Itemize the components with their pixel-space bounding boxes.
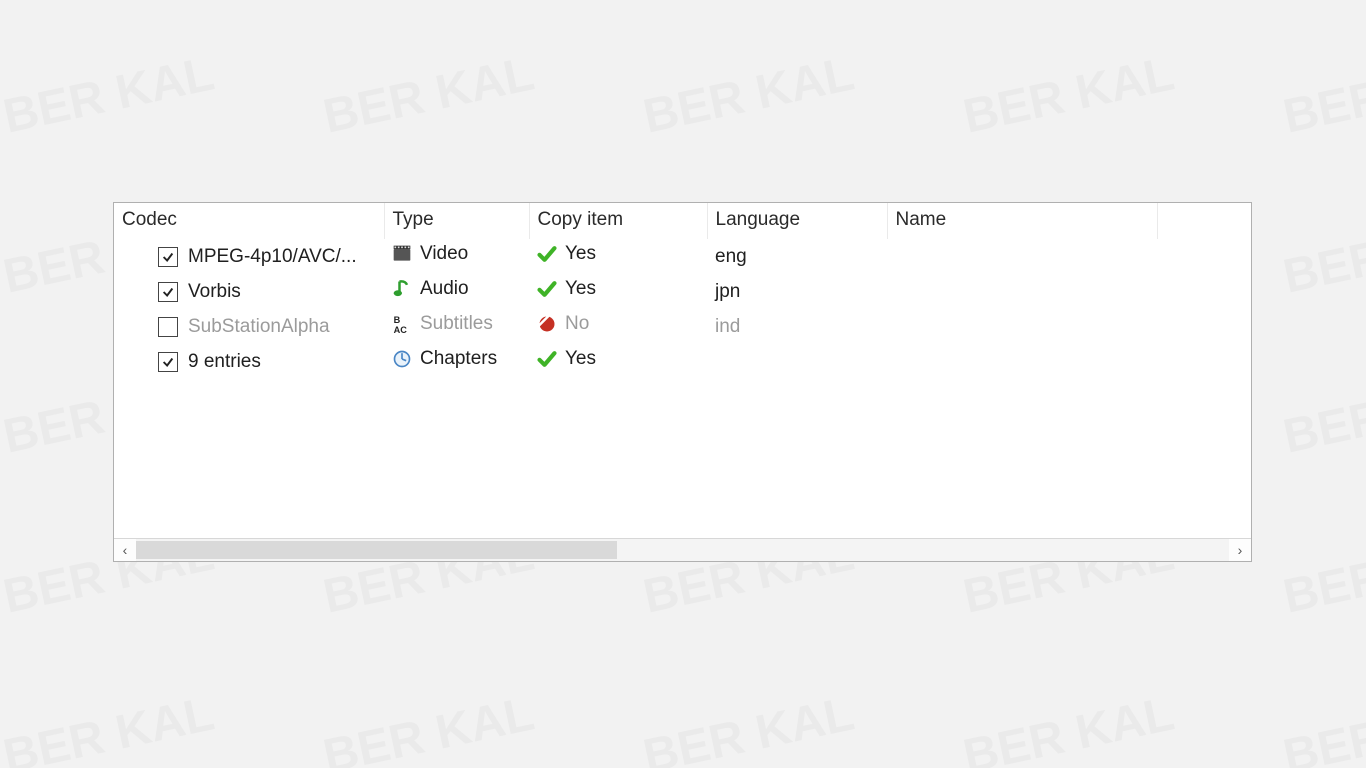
codec-label: 9 entries bbox=[188, 351, 261, 373]
scroll-left-button[interactable]: ‹ bbox=[114, 539, 136, 561]
copy-label: Yes bbox=[565, 278, 596, 300]
header-type[interactable]: Type bbox=[384, 203, 529, 239]
forbidden-icon bbox=[537, 314, 557, 334]
video-icon bbox=[392, 244, 412, 264]
svg-text:AC: AC bbox=[394, 325, 408, 334]
check-yes-icon bbox=[537, 349, 557, 369]
copy-label: Yes bbox=[565, 243, 596, 265]
codec-label: Vorbis bbox=[188, 281, 241, 303]
header-name[interactable]: Name bbox=[887, 203, 1157, 239]
scroll-track[interactable] bbox=[136, 539, 1229, 561]
type-label: Audio bbox=[420, 278, 469, 300]
check-yes-icon bbox=[537, 244, 557, 264]
type-label: Subtitles bbox=[420, 313, 493, 335]
language-label: ind bbox=[715, 316, 740, 337]
table-row[interactable]: SubStationAlpha BAC Subtitles No ind bbox=[114, 309, 1251, 344]
header-row: Codec Type Copy item Language Name bbox=[114, 203, 1251, 239]
table-row[interactable]: MPEG-4p10/AVC/... Video Yes eng bbox=[114, 239, 1251, 274]
codec-label: MPEG-4p10/AVC/... bbox=[188, 246, 357, 268]
codec-label: SubStationAlpha bbox=[188, 316, 330, 338]
type-label: Chapters bbox=[420, 348, 497, 370]
copy-label: Yes bbox=[565, 348, 596, 370]
include-checkbox[interactable] bbox=[158, 247, 178, 267]
language-label: jpn bbox=[715, 281, 740, 302]
horizontal-scrollbar[interactable]: ‹ › bbox=[114, 538, 1251, 561]
table-row[interactable]: 9 entries Chapters Yes bbox=[114, 344, 1251, 379]
subtitles-icon: BAC bbox=[392, 314, 412, 334]
audio-icon bbox=[392, 279, 412, 299]
language-label: eng bbox=[715, 246, 747, 267]
header-tail bbox=[1157, 203, 1251, 239]
svg-text:B: B bbox=[394, 315, 401, 325]
type-label: Video bbox=[420, 243, 468, 265]
table-row[interactable]: Vorbis Audio Yes jpn bbox=[114, 274, 1251, 309]
track-table: Codec Type Copy item Language Name MPEG-… bbox=[114, 203, 1251, 379]
header-language[interactable]: Language bbox=[707, 203, 887, 239]
header-copy[interactable]: Copy item bbox=[529, 203, 707, 239]
include-checkbox[interactable] bbox=[158, 282, 178, 302]
check-yes-icon bbox=[537, 279, 557, 299]
header-codec[interactable]: Codec bbox=[114, 203, 384, 239]
scroll-right-button[interactable]: › bbox=[1229, 539, 1251, 561]
include-checkbox[interactable] bbox=[158, 352, 178, 372]
scroll-thumb[interactable] bbox=[136, 541, 617, 559]
copy-label: No bbox=[565, 313, 589, 335]
track-grid: Codec Type Copy item Language Name MPEG-… bbox=[114, 203, 1251, 538]
include-checkbox[interactable] bbox=[158, 317, 178, 337]
track-list-panel: Codec Type Copy item Language Name MPEG-… bbox=[113, 202, 1252, 562]
chapters-icon bbox=[392, 349, 412, 369]
